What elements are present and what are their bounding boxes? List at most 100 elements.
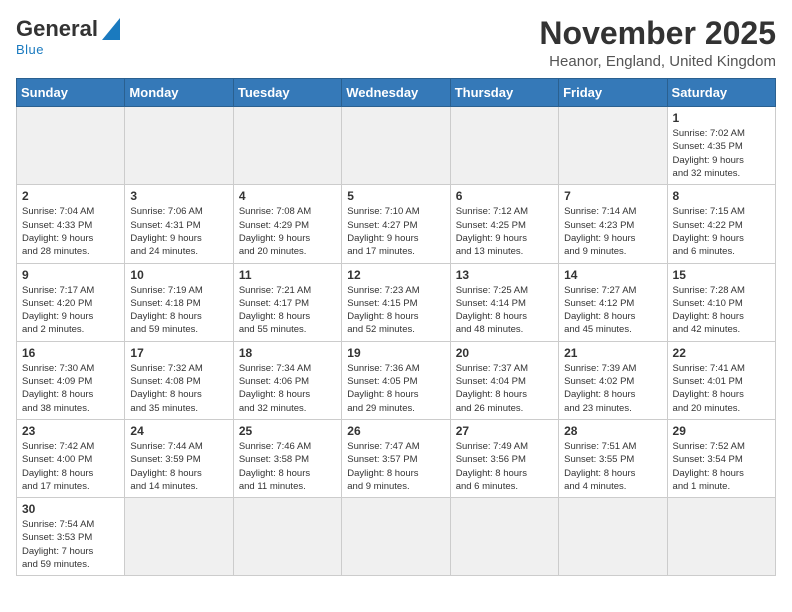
weekday-header-tuesday: Tuesday (233, 79, 341, 107)
day-number: 4 (239, 189, 336, 203)
day-number: 6 (456, 189, 553, 203)
day-info: Sunrise: 7:27 AM Sunset: 4:12 PM Dayligh… (564, 284, 661, 337)
calendar-table: SundayMondayTuesdayWednesdayThursdayFrid… (16, 78, 776, 576)
calendar-cell: 28 Sunrise: 7:51 AM Sunset: 3:55 PM Dayli… (559, 419, 667, 497)
weekday-header-monday: Monday (125, 79, 233, 107)
calendar-week-row: 1 Sunrise: 7:02 AM Sunset: 4:35 PM Daylig… (17, 107, 776, 185)
logo: General Blue (16, 16, 120, 57)
day-info: Sunrise: 7:36 AM Sunset: 4:05 PM Dayligh… (347, 362, 444, 415)
calendar-cell: 26Sunrise: 7:47 AM Sunset: 3:57 PM Dayli… (342, 419, 450, 497)
calendar-cell: 27 Sunrise: 7:49 AM Sunset: 3:56 PM Dayli… (450, 419, 558, 497)
day-info: Sunrise: 7:14 AM Sunset: 4:23 PM Dayligh… (564, 205, 661, 258)
calendar-cell: 21 Sunrise: 7:39 AM Sunset: 4:02 PM Dayli… (559, 341, 667, 419)
calendar-cell (233, 498, 341, 576)
day-number: 21 (564, 346, 661, 360)
calendar-cell: 20 Sunrise: 7:37 AM Sunset: 4:04 PM Dayli… (450, 341, 558, 419)
logo-triangle-icon (102, 18, 120, 40)
day-number: 13 (456, 268, 553, 282)
day-number: 1 (673, 111, 770, 125)
day-number: 25 (239, 424, 336, 438)
calendar-cell: 3Sunrise: 7:06 AM Sunset: 4:31 PM Daylig… (125, 185, 233, 263)
calendar-week-row: 16Sunrise: 7:30 AM Sunset: 4:09 PM Dayli… (17, 341, 776, 419)
day-info: Sunrise: 7:15 AM Sunset: 4:22 PM Dayligh… (673, 205, 770, 258)
day-info: Sunrise: 7:42 AM Sunset: 4:00 PM Dayligh… (22, 440, 119, 493)
calendar-cell: 18Sunrise: 7:34 AM Sunset: 4:06 PM Dayli… (233, 341, 341, 419)
calendar-week-row: 2 Sunrise: 7:04 AM Sunset: 4:33 PM Daylig… (17, 185, 776, 263)
calendar-cell (559, 498, 667, 576)
weekday-header-wednesday: Wednesday (342, 79, 450, 107)
day-info: Sunrise: 7:44 AM Sunset: 3:59 PM Dayligh… (130, 440, 227, 493)
calendar-week-row: 23 Sunrise: 7:42 AM Sunset: 4:00 PM Dayli… (17, 419, 776, 497)
day-info: Sunrise: 7:54 AM Sunset: 3:53 PM Dayligh… (22, 518, 119, 571)
calendar-cell: 23 Sunrise: 7:42 AM Sunset: 4:00 PM Dayli… (17, 419, 125, 497)
day-info: Sunrise: 7:25 AM Sunset: 4:14 PM Dayligh… (456, 284, 553, 337)
day-info: Sunrise: 7:12 AM Sunset: 4:25 PM Dayligh… (456, 205, 553, 258)
day-info: Sunrise: 7:02 AM Sunset: 4:35 PM Dayligh… (673, 127, 770, 180)
day-number: 30 (22, 502, 119, 516)
header: General Blue November 2025 Heanor, Engla… (16, 16, 776, 70)
day-number: 28 (564, 424, 661, 438)
calendar-cell (450, 107, 558, 185)
day-number: 17 (130, 346, 227, 360)
day-info: Sunrise: 7:52 AM Sunset: 3:54 PM Dayligh… (673, 440, 770, 493)
day-info: Sunrise: 7:49 AM Sunset: 3:56 PM Dayligh… (456, 440, 553, 493)
calendar-cell (342, 107, 450, 185)
day-number: 20 (456, 346, 553, 360)
day-info: Sunrise: 7:10 AM Sunset: 4:27 PM Dayligh… (347, 205, 444, 258)
day-number: 12 (347, 268, 444, 282)
day-number: 15 (673, 268, 770, 282)
day-number: 24 (130, 424, 227, 438)
day-info: Sunrise: 7:19 AM Sunset: 4:18 PM Dayligh… (130, 284, 227, 337)
calendar-subtitle: Heanor, England, United Kingdom (539, 53, 776, 70)
calendar-cell: 10Sunrise: 7:19 AM Sunset: 4:18 PM Dayli… (125, 263, 233, 341)
calendar-cell (667, 498, 775, 576)
day-info: Sunrise: 7:37 AM Sunset: 4:04 PM Dayligh… (456, 362, 553, 415)
day-info: Sunrise: 7:32 AM Sunset: 4:08 PM Dayligh… (130, 362, 227, 415)
day-info: Sunrise: 7:23 AM Sunset: 4:15 PM Dayligh… (347, 284, 444, 337)
day-info: Sunrise: 7:47 AM Sunset: 3:57 PM Dayligh… (347, 440, 444, 493)
calendar-cell: 24 Sunrise: 7:44 AM Sunset: 3:59 PM Dayli… (125, 419, 233, 497)
day-number: 7 (564, 189, 661, 203)
calendar-cell (342, 498, 450, 576)
calendar-cell (125, 107, 233, 185)
weekday-header-sunday: Sunday (17, 79, 125, 107)
title-area: November 2025 Heanor, England, United Ki… (539, 16, 776, 70)
calendar-cell: 4 Sunrise: 7:08 AM Sunset: 4:29 PM Daylig… (233, 185, 341, 263)
day-number: 11 (239, 268, 336, 282)
day-info: Sunrise: 7:39 AM Sunset: 4:02 PM Dayligh… (564, 362, 661, 415)
calendar-cell: 2 Sunrise: 7:04 AM Sunset: 4:33 PM Daylig… (17, 185, 125, 263)
day-number: 5 (347, 189, 444, 203)
calendar-cell: 9 Sunrise: 7:17 AM Sunset: 4:20 PM Daylig… (17, 263, 125, 341)
calendar-cell: 14 Sunrise: 7:27 AM Sunset: 4:12 PM Dayli… (559, 263, 667, 341)
calendar-cell (233, 107, 341, 185)
day-info: Sunrise: 7:21 AM Sunset: 4:17 PM Dayligh… (239, 284, 336, 337)
day-number: 27 (456, 424, 553, 438)
day-number: 14 (564, 268, 661, 282)
day-info: Sunrise: 7:04 AM Sunset: 4:33 PM Dayligh… (22, 205, 119, 258)
day-number: 9 (22, 268, 119, 282)
calendar-cell: 1 Sunrise: 7:02 AM Sunset: 4:35 PM Daylig… (667, 107, 775, 185)
day-number: 23 (22, 424, 119, 438)
day-number: 29 (673, 424, 770, 438)
calendar-cell: 6 Sunrise: 7:12 AM Sunset: 4:25 PM Daylig… (450, 185, 558, 263)
calendar-cell: 12 Sunrise: 7:23 AM Sunset: 4:15 PM Dayli… (342, 263, 450, 341)
calendar-cell: 16Sunrise: 7:30 AM Sunset: 4:09 PM Dayli… (17, 341, 125, 419)
day-number: 22 (673, 346, 770, 360)
day-info: Sunrise: 7:17 AM Sunset: 4:20 PM Dayligh… (22, 284, 119, 337)
day-number: 19 (347, 346, 444, 360)
day-number: 2 (22, 189, 119, 203)
calendar-cell (17, 107, 125, 185)
calendar-week-row: 9 Sunrise: 7:17 AM Sunset: 4:20 PM Daylig… (17, 263, 776, 341)
day-number: 16 (22, 346, 119, 360)
calendar-title: November 2025 (539, 16, 776, 51)
calendar-cell: 25Sunrise: 7:46 AM Sunset: 3:58 PM Dayli… (233, 419, 341, 497)
day-number: 8 (673, 189, 770, 203)
day-info: Sunrise: 7:51 AM Sunset: 3:55 PM Dayligh… (564, 440, 661, 493)
day-info: Sunrise: 7:34 AM Sunset: 4:06 PM Dayligh… (239, 362, 336, 415)
calendar-cell: 11 Sunrise: 7:21 AM Sunset: 4:17 PM Dayli… (233, 263, 341, 341)
calendar-cell: 7 Sunrise: 7:14 AM Sunset: 4:23 PM Daylig… (559, 185, 667, 263)
calendar-cell: 22Sunrise: 7:41 AM Sunset: 4:01 PM Dayli… (667, 341, 775, 419)
calendar-header-row: SundayMondayTuesdayWednesdayThursdayFrid… (17, 79, 776, 107)
calendar-cell: 19 Sunrise: 7:36 AM Sunset: 4:05 PM Dayli… (342, 341, 450, 419)
day-info: Sunrise: 7:08 AM Sunset: 4:29 PM Dayligh… (239, 205, 336, 258)
